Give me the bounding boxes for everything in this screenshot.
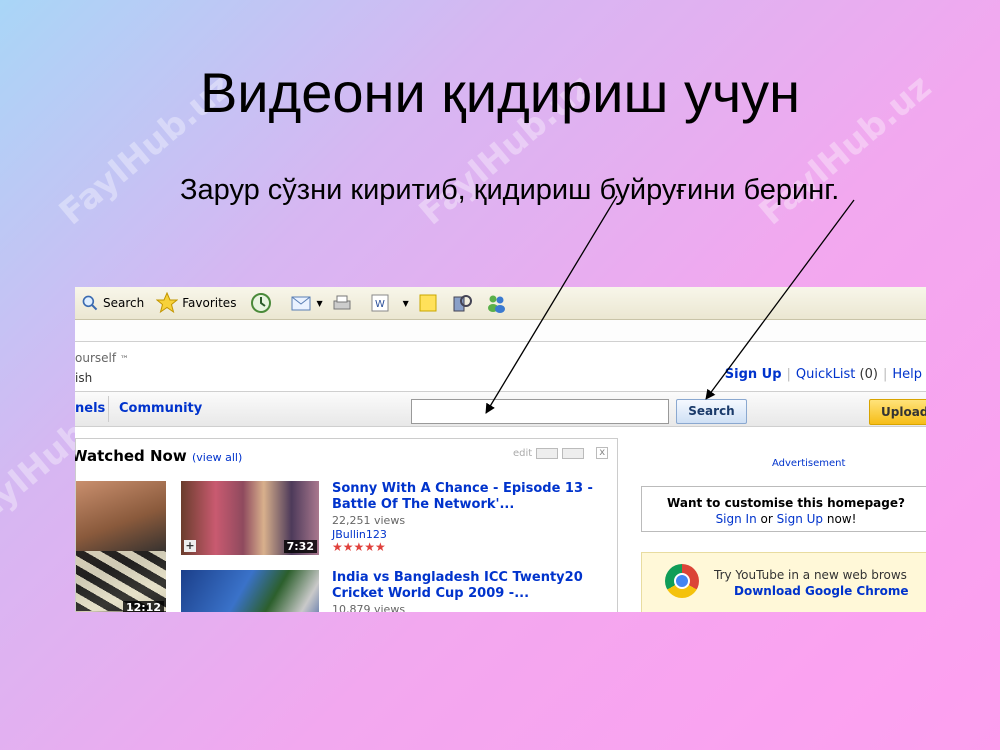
sidebar-sign-up-link[interactable]: Sign Up [777, 512, 823, 526]
sign-in-link[interactable]: Sign In [716, 512, 757, 526]
help-link[interactable]: Help [892, 367, 922, 382]
advertisement-label: Advertisement [772, 458, 846, 469]
add-to-quicklist-icon[interactable]: + [184, 540, 196, 552]
browser-toolbar: Search Favorites ▼ W ▼ [75, 287, 926, 320]
search-icon [82, 295, 98, 311]
word-icon: W [371, 294, 389, 312]
panel-title: Watched Now (view all) [75, 447, 242, 465]
search-input[interactable] [411, 399, 669, 424]
watched-now-panel: Watched Now (view all) edit x 12:12 + 7:… [75, 438, 618, 612]
quicklist-count: (0) [859, 367, 878, 382]
youtube-logo-fragment: ourself ™ ish [75, 349, 129, 387]
search-button[interactable]: Search [676, 399, 747, 424]
video-title-link[interactable]: Sonny With A Chance - Episode 13 - Battl… [332, 481, 602, 513]
history-icon [251, 293, 272, 313]
dropdown-arrow-icon: ▼ [316, 298, 323, 308]
toolbar-search-button[interactable]: Search [81, 294, 144, 312]
logo-language: ish [75, 371, 93, 385]
sign-up-link[interactable]: Sign Up [725, 367, 782, 382]
chrome-promo-text: Try YouTube in a new web brows [714, 568, 907, 582]
nav-divider [108, 396, 109, 422]
history-button[interactable] [250, 292, 276, 314]
slide-title: Видеони қидириш учун [199, 61, 801, 124]
move-up-icon[interactable] [536, 447, 559, 459]
toolbar-favorites-button[interactable]: Favorites [156, 292, 236, 314]
trademark-mark: ™ [119, 355, 129, 365]
toolbar-search-label: Search [103, 296, 145, 310]
research-button[interactable] [451, 292, 477, 314]
tab-channels[interactable]: nels [75, 392, 105, 426]
youtube-screenshot: Search Favorites ▼ W ▼ ourself ™ ish Sig… [75, 287, 926, 612]
logo-slogan: ourself [75, 351, 117, 365]
address-bar [75, 320, 926, 342]
upload-button[interactable]: Upload [869, 399, 926, 425]
mail-icon [291, 296, 311, 311]
printer-icon [333, 295, 351, 310]
messenger-button[interactable] [485, 292, 511, 314]
video-thumbnail[interactable] [181, 570, 319, 612]
chrome-icon [665, 564, 699, 598]
slide-instruction: Зарур сўзни киритиб, қидириш буйруғини б… [180, 174, 840, 206]
close-icon[interactable]: x [596, 447, 609, 459]
main-nav: nels Community Search Upload [75, 391, 926, 427]
featured-video-thumbnail[interactable]: 12:12 [76, 481, 166, 612]
top-links: Sign Up | QuickList (0) | Help [724, 367, 922, 382]
duration-badge: 12:12 [122, 601, 164, 612]
dropdown-arrow-icon: ▼ [402, 298, 409, 308]
view-count: 10,879 views [332, 603, 406, 612]
chrome-promo: Try YouTube in a new web brows Download … [641, 552, 926, 612]
star-icon [156, 292, 179, 314]
svg-text:W: W [375, 299, 385, 310]
duration-badge: 7:32 [283, 540, 317, 553]
edit-word-button[interactable]: W ▼ [369, 292, 409, 314]
edit-link[interactable]: edit [513, 448, 532, 459]
view-all-link[interactable]: (view all) [192, 451, 242, 464]
mail-button[interactable]: ▼ [290, 292, 323, 314]
video-title-link[interactable]: India vs Bangladesh ICC Twenty20 Cricket… [332, 570, 602, 602]
toolbar-favorites-label: Favorites [182, 296, 237, 310]
tab-community[interactable]: Community [119, 392, 202, 426]
panel-controls: edit x [513, 447, 609, 459]
video-thumbnail[interactable]: + 7:32 [181, 481, 319, 555]
print-button[interactable] [331, 292, 357, 314]
research-icon [453, 295, 472, 312]
panel-heading: Watched Now [75, 447, 187, 465]
view-count: 22,251 views [332, 514, 406, 527]
quicklist-link[interactable]: QuickList [796, 367, 855, 382]
move-down-icon[interactable] [562, 447, 585, 459]
rating-stars: ★★★★★ [332, 540, 386, 554]
download-chrome-link[interactable]: Download Google Chrome [734, 584, 909, 598]
note-button[interactable] [417, 292, 443, 314]
customise-question: Want to customise this homepage? [667, 496, 905, 510]
messenger-icon [487, 295, 505, 313]
customise-box: Want to customise this homepage? Sign In… [641, 486, 926, 532]
sticky-note-icon [419, 294, 437, 312]
